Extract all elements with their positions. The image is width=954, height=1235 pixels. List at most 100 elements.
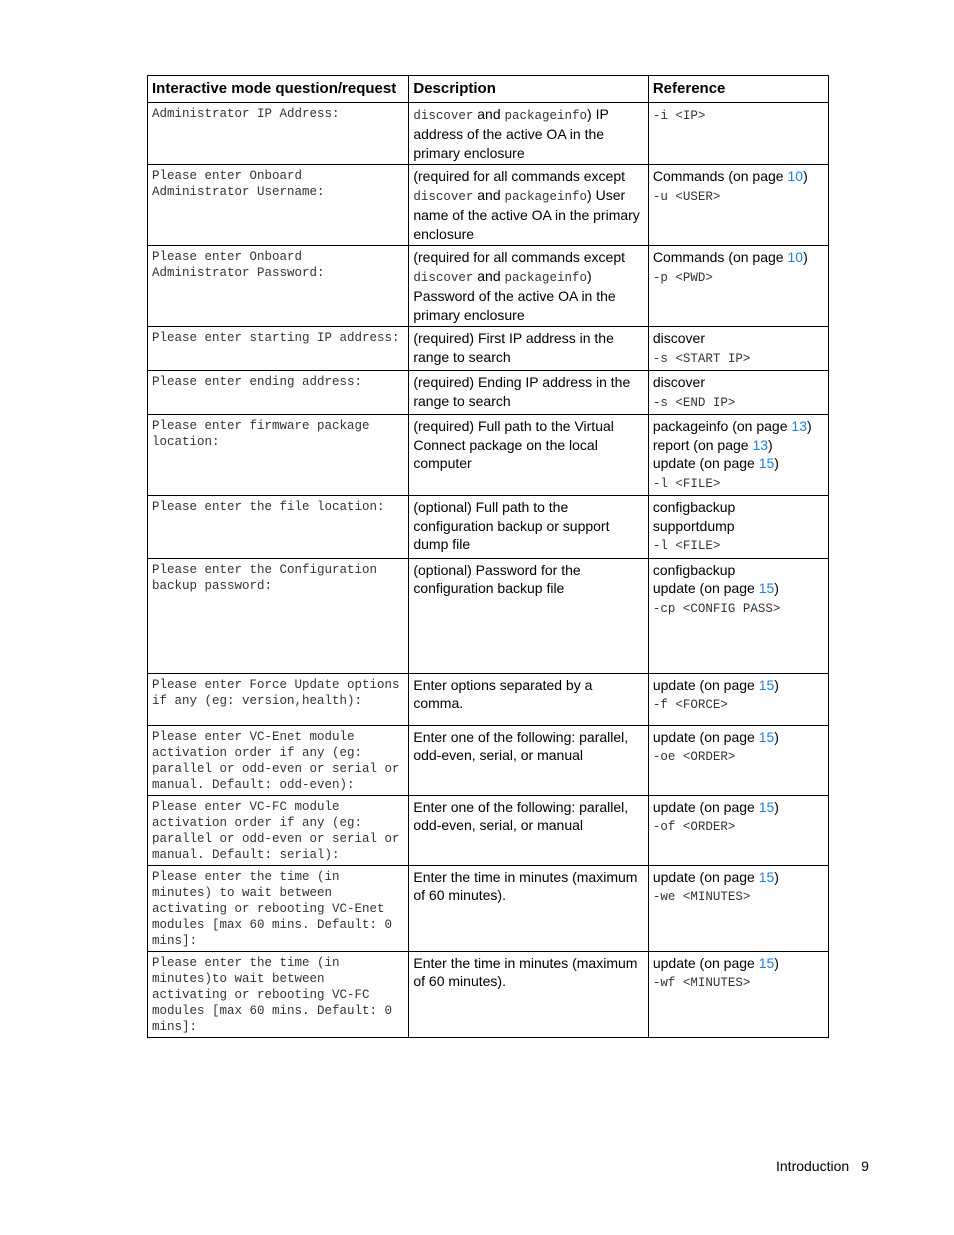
description-cell: Enter one of the following: parallel, od… bbox=[408, 794, 649, 866]
code-text: packageinfo bbox=[504, 189, 588, 204]
reference-line: -i <IP> bbox=[653, 105, 824, 126]
text-run: update (on page bbox=[652, 580, 759, 596]
text-run: report (on page bbox=[652, 436, 753, 453]
table-row: Please enter the time (in minutes) to wa… bbox=[146, 864, 830, 952]
page-link[interactable]: 15 bbox=[759, 729, 775, 745]
header-question: Interactive mode question/request bbox=[146, 75, 410, 103]
text-run: ) bbox=[774, 954, 779, 971]
text-run: Enter one of the following: parallel, od… bbox=[413, 728, 629, 764]
text-run: discover bbox=[652, 330, 705, 346]
text-run: update (on page bbox=[652, 868, 759, 885]
page-link[interactable]: 15 bbox=[759, 799, 775, 815]
reference-line: update (on page 15) bbox=[653, 798, 824, 817]
text-run: and bbox=[473, 105, 505, 122]
description-cell: Enter options separated by a comma. bbox=[408, 672, 649, 726]
page-link[interactable]: 10 bbox=[787, 249, 803, 265]
code-text: discover bbox=[413, 189, 474, 204]
text-run: update (on page bbox=[652, 798, 759, 815]
page-link[interactable]: 15 bbox=[759, 677, 775, 693]
page-link[interactable]: 15 bbox=[759, 580, 775, 596]
reference-line: -p <PWD> bbox=[653, 267, 824, 288]
text-run: Enter one of the following: parallel, od… bbox=[413, 798, 629, 834]
code-text: -we <MINUTES> bbox=[652, 890, 751, 904]
table-row: Please enter the Configuration backup pa… bbox=[146, 557, 830, 674]
reference-line: configbackup bbox=[653, 498, 824, 517]
text-run: Commands (on page bbox=[652, 168, 788, 184]
description-cell: Enter the time in minutes (maximum of 60… bbox=[408, 864, 649, 952]
reference-cell: configbackup update (on page 15) -cp <CONF… bbox=[647, 557, 830, 674]
description-cell: Enter the time in minutes (maximum of 60… bbox=[408, 950, 649, 1038]
text-run: ) bbox=[774, 580, 779, 596]
interactive-mode-table: Interactive mode question/request Descri… bbox=[146, 75, 830, 1038]
code-text: -s <START IP> bbox=[652, 351, 751, 366]
reference-line: discover bbox=[653, 373, 824, 392]
text-run: update (on page bbox=[652, 954, 759, 971]
reference-line: -of <ORDER> bbox=[653, 816, 824, 837]
reference-line: update (on page 15) bbox=[653, 954, 824, 973]
reference-line: -s <START IP> bbox=[653, 348, 824, 369]
page-link[interactable]: 15 bbox=[759, 955, 775, 971]
description-cell: (required for all commands except discov… bbox=[408, 245, 649, 327]
table-row: Please enter the time (in minutes)to wai… bbox=[146, 950, 830, 1038]
page-link[interactable]: 13 bbox=[752, 437, 768, 453]
text-run: (required for all commands except bbox=[413, 249, 626, 265]
page-link[interactable]: 13 bbox=[791, 418, 807, 434]
text-run: ) bbox=[774, 798, 779, 815]
page-footer: Introduction 9 bbox=[776, 1158, 869, 1174]
table-row: Please enter VC-FC module activation ord… bbox=[146, 794, 830, 866]
reference-line: -u <USER> bbox=[653, 186, 824, 207]
code-text: -i <IP> bbox=[652, 108, 706, 123]
question-cell: Please enter the Configuration backup pa… bbox=[146, 557, 410, 674]
description-cell: Enter one of the following: parallel, od… bbox=[408, 724, 649, 796]
text-run: discover bbox=[652, 374, 705, 390]
text-run: ) bbox=[774, 676, 779, 693]
question-cell: Please enter starting IP address: bbox=[146, 326, 410, 371]
question-cell: Please enter the time (in minutes)to wai… bbox=[146, 950, 410, 1038]
reference-line: -f <FORCE> bbox=[653, 694, 824, 715]
text-run: packageinfo (on page bbox=[652, 418, 792, 434]
text-run: ) bbox=[768, 436, 773, 453]
page-link[interactable]: 15 bbox=[759, 455, 775, 471]
table-row: Please enter ending address: (required) E… bbox=[146, 370, 830, 415]
description-cell: (optional) Password for the configuratio… bbox=[408, 557, 649, 674]
description-cell: discover and packageinfo) IP address of … bbox=[408, 101, 649, 165]
reference-line: -cp <CONFIG PASS> bbox=[653, 598, 824, 619]
question-cell: Please enter ending address: bbox=[146, 370, 410, 415]
question-cell: Please enter Onboard Administrator Passw… bbox=[146, 245, 410, 327]
text-run: update (on page bbox=[652, 455, 759, 471]
text-run: ) bbox=[774, 728, 779, 745]
page-link[interactable]: 10 bbox=[787, 168, 803, 184]
question-cell: Administrator IP Address: bbox=[146, 101, 410, 165]
text-run: configbackup bbox=[652, 499, 736, 515]
text-run: (optional) Full path to the configuratio… bbox=[413, 499, 610, 552]
code-text: -p <PWD> bbox=[652, 270, 713, 285]
table-row: Please enter the file location: (optional… bbox=[146, 495, 830, 559]
question-cell: Please enter VC-FC module activation ord… bbox=[146, 794, 410, 866]
reference-cell: discover -s <START IP> bbox=[647, 326, 830, 371]
question-cell: Please enter the time (in minutes) to wa… bbox=[146, 864, 410, 952]
text-run: and bbox=[473, 186, 505, 203]
reference-cell: configbackup supportdump -l <FILE> bbox=[647, 495, 830, 559]
reference-line: supportdump bbox=[653, 517, 824, 536]
page-number: 9 bbox=[861, 1158, 869, 1174]
table-row: Please enter Onboard Administrator Passw… bbox=[146, 245, 830, 327]
header-reference: Reference bbox=[647, 75, 830, 103]
reference-cell: update (on page 15) -f <FORCE> bbox=[647, 672, 830, 726]
text-run: ) bbox=[774, 455, 779, 471]
reference-cell: discover -s <END IP> bbox=[647, 370, 830, 415]
reference-line: packageinfo (on page 13) bbox=[653, 417, 824, 436]
table-row: Administrator IP Address: discover and pa… bbox=[146, 101, 830, 165]
text-run: configbackup bbox=[652, 561, 736, 578]
reference-cell: update (on page 15) -oe <ORDER> bbox=[647, 724, 830, 796]
question-cell: Please enter VC-Enet module activation o… bbox=[146, 724, 410, 796]
page-link[interactable]: 15 bbox=[759, 869, 775, 885]
question-cell: Please enter the file location: bbox=[146, 495, 410, 559]
question-cell: Please enter Onboard Administrator Usern… bbox=[146, 164, 410, 246]
code-text: -s <END IP> bbox=[652, 395, 736, 410]
code-text: -of <ORDER> bbox=[652, 820, 736, 834]
reference-cell: update (on page 15) -wf <MINUTES> bbox=[647, 950, 830, 1038]
reference-line: -l <FILE> bbox=[653, 535, 824, 556]
table-header-row: Interactive mode question/request Descri… bbox=[146, 75, 830, 103]
text-run: and bbox=[473, 267, 505, 284]
reference-cell: packageinfo (on page 13) report (on page … bbox=[647, 414, 830, 496]
